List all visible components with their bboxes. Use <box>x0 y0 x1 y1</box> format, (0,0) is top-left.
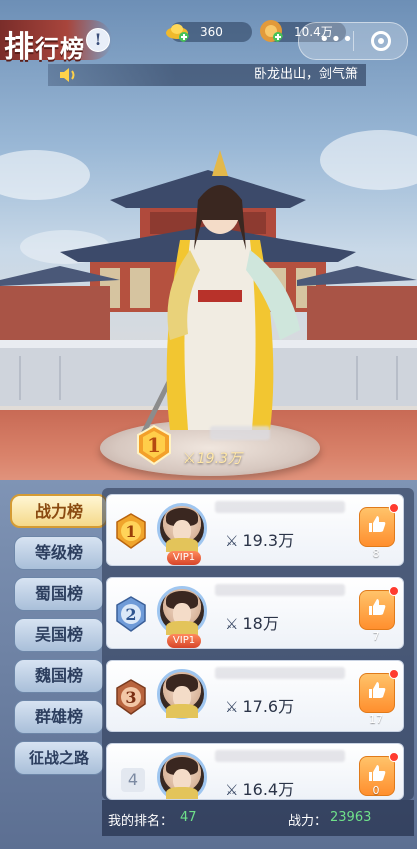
my-power-label: 战力： <box>288 814 328 829</box>
player-power: ⚔ 18万 <box>225 614 279 633</box>
rank-number: 2 <box>125 605 136 624</box>
ranking-row-4[interactable]: 4 ⚔ 16.4万 0 <box>106 743 404 800</box>
tab-heroes[interactable]: 群雄榜 <box>14 700 104 734</box>
rank-badge-gold: 1 <box>116 513 146 549</box>
rank-badge-silver: 2 <box>116 596 146 632</box>
tab-wu[interactable]: 吴国榜 <box>14 618 104 652</box>
avatar[interactable] <box>157 669 207 719</box>
tab-conquest[interactable]: 征战之路 <box>14 741 104 775</box>
close-miniprogram-icon[interactable] <box>371 31 391 51</box>
coin-icon <box>260 20 283 42</box>
podium-power-value: 19.3万 <box>196 451 242 467</box>
crossed-swords-icon: ⚔ <box>184 449 195 467</box>
tab-power[interactable]: 战力榜 <box>10 494 108 528</box>
like-button[interactable] <box>359 590 395 630</box>
podium-rank-number: 1 <box>147 433 161 457</box>
like-button[interactable] <box>359 507 395 547</box>
gold-ingot-icon <box>166 24 189 42</box>
notification-dot <box>389 752 399 762</box>
crossed-swords-icon: ⚔ <box>225 615 239 633</box>
like-button[interactable] <box>359 673 395 713</box>
blurred-player-name <box>215 750 345 762</box>
capsule-divider <box>353 31 354 51</box>
crossed-swords-icon: ⚔ <box>225 532 239 550</box>
like-count: 0 <box>372 784 380 797</box>
avatar[interactable] <box>157 752 207 799</box>
thumbs-up-icon <box>369 765 386 781</box>
notification-dot <box>389 503 399 513</box>
info-icon[interactable]: ! <box>86 28 110 52</box>
ranking-row-2[interactable]: 2 VIP1 ⚔ 18万 7 <box>106 577 404 649</box>
avatar[interactable] <box>157 586 207 636</box>
my-power-value: 23963 <box>330 810 372 825</box>
like-count: 7 <box>372 630 380 643</box>
ranking-row-1[interactable]: 1 VIP1 ⚔ 19.3万 8 <box>106 494 404 566</box>
player-power: ⚔ 16.4万 <box>225 780 295 799</box>
thumbs-up-icon <box>369 599 386 615</box>
tab-wei[interactable]: 魏国榜 <box>14 659 104 693</box>
notification-dot <box>389 669 399 679</box>
my-rank-value: 47 <box>180 810 197 825</box>
ranking-row-3[interactable]: 3 ⚔ 17.6万 17 <box>106 660 404 732</box>
my-rank-label: 我的排名： <box>108 814 174 829</box>
rank-badge-bronze: 3 <box>116 679 146 715</box>
hero-character <box>137 150 300 442</box>
like-count: 17 <box>369 713 383 726</box>
crossed-swords-icon: ⚔ <box>225 781 239 799</box>
tab-level[interactable]: 等级榜 <box>14 536 104 570</box>
more-icon[interactable]: ••• <box>319 31 354 49</box>
page-title: 排行榜 <box>4 30 85 65</box>
thumbs-up-icon <box>369 682 386 698</box>
avatar[interactable] <box>157 503 207 553</box>
like-count: 8 <box>372 547 380 560</box>
rank-number: 1 <box>125 522 136 541</box>
rank-number: 4 <box>121 768 145 792</box>
player-power: ⚔ 17.6万 <box>225 697 295 716</box>
podium-rank-badge: 1 <box>137 425 171 465</box>
rank-number: 3 <box>125 688 136 707</box>
notification-dot <box>389 586 399 596</box>
mini-program-capsule: ••• <box>298 22 408 60</box>
blurred-player-name <box>215 667 345 679</box>
blurred-player-name <box>215 501 345 513</box>
blurred-player-name <box>210 426 270 440</box>
thumbs-up-icon <box>369 516 386 532</box>
player-power: ⚔ 19.3万 <box>225 531 295 550</box>
crossed-swords-icon: ⚔ <box>225 698 239 716</box>
podium-power: ⚔ 19.3万 <box>184 448 242 468</box>
currency-gold[interactable]: 360 <box>166 22 252 42</box>
currency-gold-value: 360 <box>200 25 223 39</box>
vip-badge: VIP1 <box>167 634 201 648</box>
announcement-marquee: 卧龙出山，剑气箫 <box>48 64 366 86</box>
blurred-player-name <box>215 584 345 596</box>
tab-shu[interactable]: 蜀国榜 <box>14 577 104 611</box>
vip-badge: VIP1 <box>167 551 201 565</box>
speaker-icon <box>60 68 75 82</box>
